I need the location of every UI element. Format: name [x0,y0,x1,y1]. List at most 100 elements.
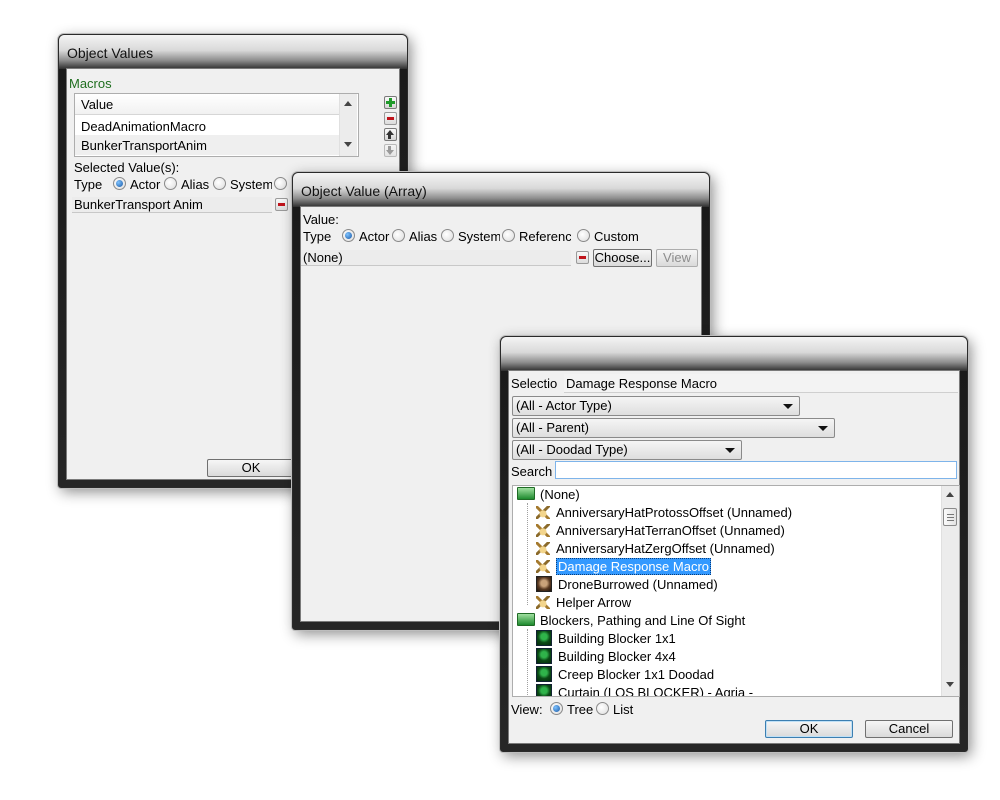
radio-alias-label: Alias [181,177,210,192]
view-label: View: [511,702,543,717]
drone-icon [536,576,552,592]
remove-icon[interactable] [384,112,397,125]
actor-tree[interactable]: (None) AnniversaryHatProtossOffset (Unna… [512,485,960,697]
scroll-up-icon[interactable] [946,492,954,497]
model-icon [536,630,552,646]
clear-value-icon[interactable] [275,198,288,211]
list-item-label: DeadAnimationMacro [81,119,207,134]
scroll-up-icon[interactable] [344,101,352,106]
tree-guide-line [527,629,528,696]
radio-alias[interactable] [164,177,177,190]
tree-folder[interactable]: (None) [517,486,580,504]
doodad-type-filter[interactable]: (All - Doodad Type) [512,440,742,460]
actor-icon [536,596,550,609]
radio-more[interactable] [274,177,287,190]
doodad-type-filter-value: (All - Doodad Type) [516,442,628,457]
tree-item[interactable]: Creep Blocker 1x1 Doodad [536,666,714,684]
selected-values-label: Selected Value(s): [74,160,180,175]
actor-icon [536,542,550,555]
tree-item-label: Building Blocker 4x4 [558,649,676,664]
radio-reference[interactable] [502,229,515,242]
chevron-down-icon [818,426,828,431]
view-button: View [656,249,698,267]
radio-actor[interactable] [342,229,355,242]
object-value-array-titlebar[interactable]: Object Value (Array) [293,173,709,207]
selection-label: Selectio [511,376,558,391]
list-item[interactable]: BunkerTransportAnim [75,135,339,155]
parent-filter-value: (All - Parent) [516,420,589,435]
actor-icon [536,524,550,537]
clear-value-icon[interactable] [576,251,589,264]
radio-view-list[interactable] [596,702,609,715]
model-icon [536,648,552,664]
tree-item[interactable]: AnniversaryHatProtossOffset (Unnamed) [536,504,792,522]
value-field[interactable]: (None) [301,250,571,266]
radio-system[interactable] [213,177,226,190]
tree-item[interactable]: AnniversaryHatTerranOffset (Unnamed) [536,522,785,540]
value-label: Value: [303,212,339,227]
parent-filter[interactable]: (All - Parent) [512,418,835,438]
tree-item-label: AnniversaryHatZergOffset (Unnamed) [556,541,775,556]
radio-reference-label: Referenc [519,229,571,244]
tree-item-label: AnniversaryHatTerranOffset (Unnamed) [556,523,785,538]
choose-button[interactable]: Choose... [593,249,652,267]
move-up-icon[interactable] [384,128,397,141]
actor-icon [536,506,550,519]
add-icon[interactable] [384,96,397,109]
tree-item[interactable]: Curtain (LOS BLOCKER) - Agria - [536,684,753,696]
radio-actor[interactable] [113,177,126,190]
tree-item[interactable]: Helper Arrow [536,594,631,612]
search-label: Search [511,464,553,479]
actor-type-filter-value: (All - Actor Type) [516,398,612,413]
selection-value: Damage Response Macro [566,376,718,391]
scroll-down-icon[interactable] [946,682,954,687]
value-field-text: (None) [303,250,343,265]
selected-value-field[interactable]: BunkerTransport Anim [72,197,272,213]
list-header[interactable]: Value [75,94,339,115]
tree-item-label: Creep Blocker 1x1 Doodad [558,667,715,682]
type-label: Type [303,229,332,244]
list-scrollbar[interactable] [339,94,357,156]
tree-item-label: Damage Response Macro [556,558,712,575]
radio-custom[interactable] [577,229,590,242]
tree-item[interactable]: Building Blocker 4x4 [536,648,676,666]
tree-item[interactable]: AnniversaryHatZergOffset (Unnamed) [536,540,775,558]
radio-alias[interactable] [392,229,405,242]
object-values-titlebar[interactable]: Object Values [59,35,407,69]
ok-button[interactable]: OK [207,459,295,477]
tree-item-label: Helper Arrow [556,595,632,610]
radio-system-label: System [458,229,500,244]
actor-type-filter[interactable]: (All - Actor Type) [512,396,800,416]
select-actor-client: Selectio Damage Response Macro (All - Ac… [508,370,960,744]
select-actor-titlebar[interactable] [501,337,967,371]
radio-actor-label: Actor [359,229,390,244]
scroll-down-icon[interactable] [344,142,352,147]
tree-item-selected[interactable]: Damage Response Macro [536,558,712,576]
cancel-button[interactable]: Cancel [865,720,953,738]
tree-item-label: DroneBurrowed (Unnamed) [558,577,718,592]
scroll-thumb[interactable] [943,508,957,526]
tree-item-label: AnniversaryHatProtossOffset (Unnamed) [556,505,793,520]
radio-system[interactable] [441,229,454,242]
type-label: Type [74,177,103,192]
folder-open-icon [517,613,535,626]
model-icon [536,684,552,696]
search-input[interactable] [555,461,957,479]
ok-button[interactable]: OK [765,720,853,738]
values-list[interactable]: Value DeadAnimationMacro BunkerTransport… [74,93,359,157]
tree-item[interactable]: DroneBurrowed (Unnamed) [536,576,718,594]
list-item[interactable]: DeadAnimationMacro [75,115,339,135]
radio-view-tree[interactable] [550,702,563,715]
tree-item[interactable]: Building Blocker 1x1 [536,630,676,648]
move-down-icon [384,144,397,157]
chevron-down-icon [725,448,735,453]
selected-value-text: BunkerTransport Anim [74,197,203,212]
tree-item-label: (None) [540,487,580,502]
selection-field: Damage Response Macro [564,374,958,393]
window-title: Object Values [67,45,154,61]
select-actor-window: Selectio Damage Response Macro (All - Ac… [500,336,968,752]
tree-scrollbar[interactable] [941,486,959,696]
tree-folder[interactable]: Blockers, Pathing and Line Of Sight [517,612,745,630]
list-item-label: BunkerTransportAnim [81,138,207,153]
radio-alias-label: Alias [409,229,438,244]
